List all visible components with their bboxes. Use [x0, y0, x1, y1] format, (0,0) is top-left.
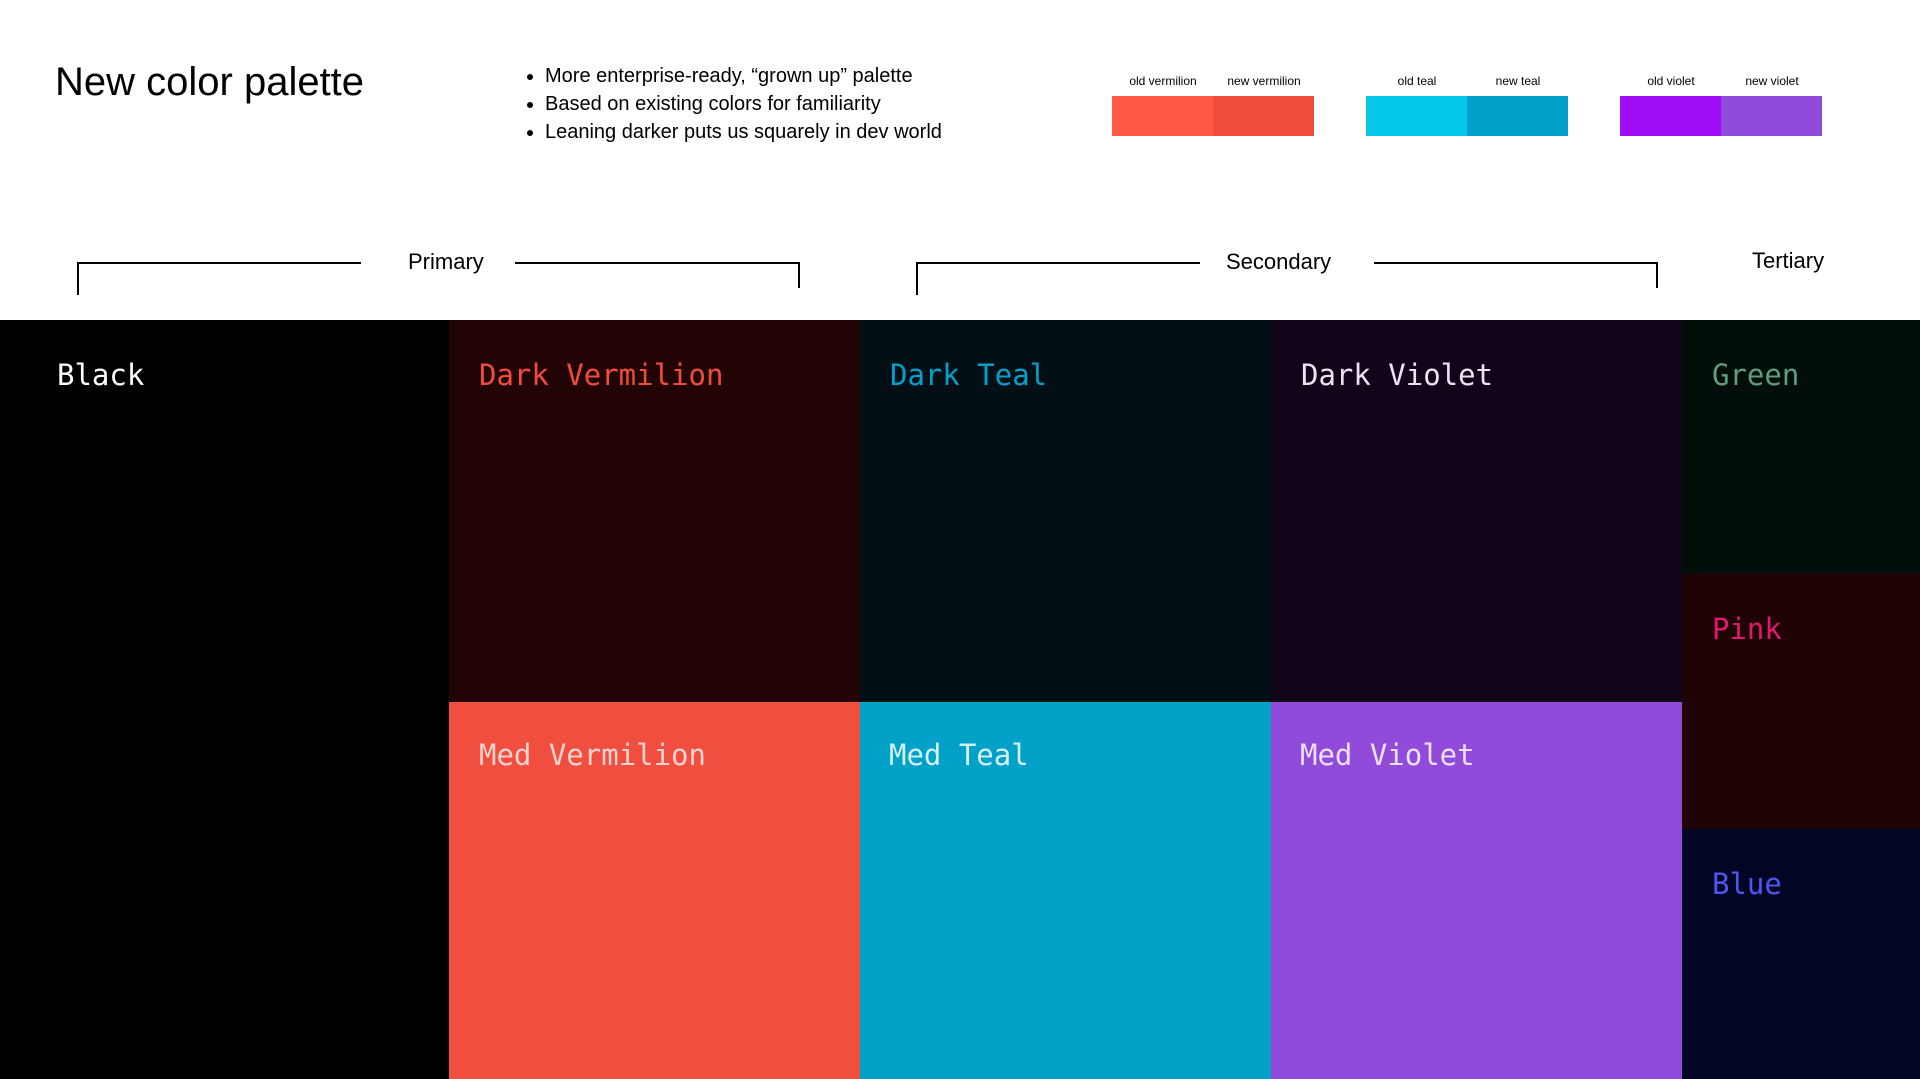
bracket-line: [515, 262, 800, 264]
blue-tile: Blue: [1682, 829, 1920, 1079]
old-vermilion-swatch: [1112, 96, 1213, 136]
bullet-item: More enterprise-ready, “grown up” palett…: [525, 63, 942, 91]
old-violet-swatch: [1620, 96, 1721, 136]
bracket-tick: [916, 262, 918, 295]
tile-name: Pink: [1712, 612, 1782, 646]
bracket-line: [916, 262, 1200, 264]
page-title: New color palette: [55, 60, 365, 104]
old-teal-label: old teal: [1397, 74, 1437, 88]
med-violet-tile: Med Violet: [1271, 702, 1682, 1079]
teal-comparison: old teal new teal: [1366, 74, 1568, 136]
bracket-line: [77, 262, 361, 264]
new-violet-swatch: [1721, 96, 1822, 136]
tile-name: Green: [1712, 358, 1800, 392]
tile-name: Med Teal: [889, 738, 1029, 772]
old-teal-swatch: [1366, 96, 1467, 136]
bracket-tick: [77, 262, 79, 295]
bracket-tick: [1656, 262, 1658, 288]
new-violet-label: new violet: [1745, 74, 1799, 88]
old-vermilion-label: old vermilion: [1129, 74, 1197, 88]
old-violet-label: old violet: [1647, 74, 1695, 88]
violet-comparison: old violet new violet: [1620, 74, 1822, 136]
vermilion-comparison: old vermilion new vermilion: [1112, 74, 1314, 136]
tile-name: Dark Teal: [890, 358, 1048, 392]
med-teal-tile: Med Teal: [860, 702, 1271, 1079]
black-tile: Black: [0, 320, 449, 1079]
new-vermilion-swatch: [1213, 96, 1314, 136]
tile-name: Dark Violet: [1301, 358, 1494, 392]
dark-teal-tile: Dark Teal: [860, 320, 1271, 702]
new-vermilion-label: new vermilion: [1227, 74, 1301, 88]
new-teal-swatch: [1467, 96, 1568, 136]
tile-name: Black: [57, 358, 145, 392]
bullet-list: More enterprise-ready, “grown up” palett…: [525, 63, 942, 147]
tertiary-label: Tertiary: [1752, 248, 1825, 273]
dark-violet-tile: Dark Violet: [1271, 320, 1682, 702]
tile-name: Dark Vermilion: [479, 358, 724, 392]
tile-name: Med Vermilion: [479, 738, 706, 772]
tile-name: Blue: [1712, 867, 1782, 901]
dark-vermilion-tile: Dark Vermilion: [449, 320, 860, 702]
green-tile: Green: [1682, 320, 1920, 574]
primary-label: Primary: [408, 249, 484, 274]
bracket-tick: [798, 262, 800, 288]
med-vermilion-tile: Med Vermilion: [449, 702, 860, 1079]
pink-tile: Pink: [1682, 574, 1920, 829]
bullet-item: Based on existing colors for familiarity: [525, 91, 942, 119]
bracket-line: [1374, 262, 1658, 264]
tile-name: Med Violet: [1300, 738, 1475, 772]
bullet-item: Leaning darker puts us squarely in dev w…: [525, 119, 942, 147]
new-teal-label: new teal: [1495, 74, 1541, 88]
secondary-label: Secondary: [1226, 249, 1332, 274]
